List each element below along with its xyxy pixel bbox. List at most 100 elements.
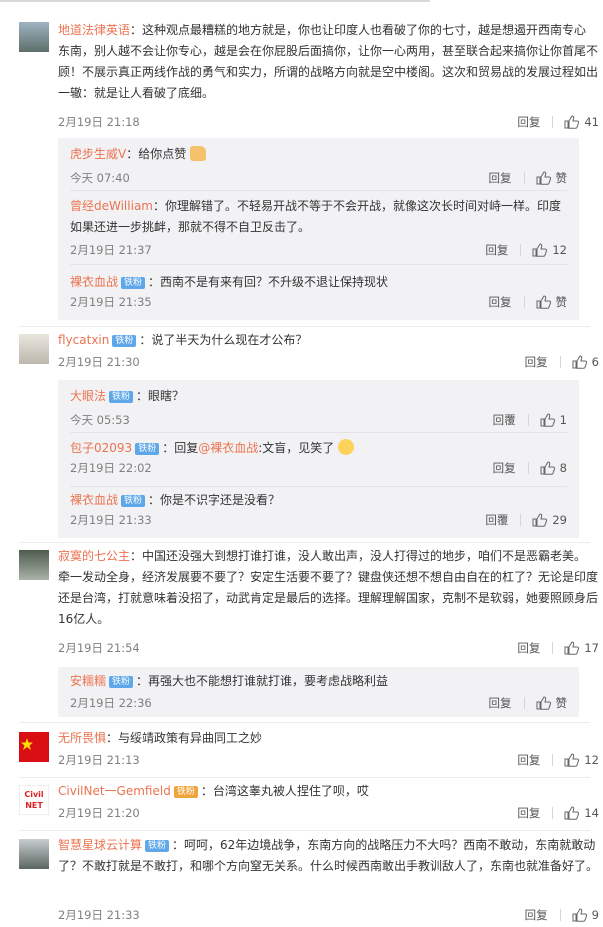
like-count[interactable]: 赞: [556, 695, 568, 711]
reply-divider: [70, 486, 567, 487]
thumbs-up-icon[interactable]: [564, 115, 580, 129]
reply-button[interactable]: 回复: [485, 242, 508, 258]
avatar[interactable]: [19, 22, 49, 52]
like-count[interactable]: 12: [584, 753, 599, 767]
reply-prefix: ：回复: [162, 441, 199, 455]
like-count[interactable]: 29: [552, 513, 567, 527]
reply-button[interactable]: 回复: [525, 907, 548, 923]
like-count[interactable]: 14: [584, 806, 599, 820]
thumbs-up-icon[interactable]: [536, 696, 551, 710]
fan-badge[interactable]: 铁粉: [145, 840, 170, 852]
thumbs-up-icon[interactable]: [572, 908, 587, 922]
username[interactable]: 寂寞的七公主: [58, 549, 130, 563]
reply-divider: [70, 432, 567, 433]
like-count[interactable]: 41: [584, 115, 599, 129]
fan-badge[interactable]: 铁粉: [109, 391, 134, 403]
fan-badge[interactable]: 铁粉: [109, 676, 134, 688]
action-separator: [520, 514, 522, 526]
reply-button[interactable]: 回复: [517, 805, 540, 821]
comment-4: 无所畏惧：与绥靖政策有异曲同工之妙 2月19日 21:13 回复 12: [19, 731, 599, 772]
reply-button[interactable]: 回复: [489, 695, 512, 711]
reply-body: ：西南不是有来有回？不升级不退让保持现状: [148, 275, 389, 289]
reply-button[interactable]: 回复: [489, 294, 512, 310]
action-separator: [552, 807, 554, 819]
username[interactable]: 裸衣血战: [70, 275, 118, 289]
reply-item: 裸衣血战 铁粉 ：西南不是有来有回？不升级不退让保持现状 2月19日 21:35 回…: [70, 272, 567, 309]
thumbs-up-icon[interactable]: [540, 461, 555, 475]
username[interactable]: 智慧星球云计算: [58, 838, 142, 852]
like-count[interactable]: 赞: [556, 170, 568, 186]
like-count[interactable]: 赞: [556, 294, 568, 310]
like-count[interactable]: 1: [560, 413, 567, 427]
thumbs-up-icon[interactable]: [564, 806, 580, 820]
timestamp: 今天 07:40: [70, 171, 130, 185]
comment-divider: [19, 722, 590, 723]
reply-button[interactable]: 回复: [517, 114, 540, 130]
thumbs-up-icon[interactable]: [532, 243, 548, 257]
fan-badge[interactable]: 铁粉: [173, 786, 198, 798]
reply-button[interactable]: 回复: [517, 640, 540, 656]
avatar[interactable]: [19, 550, 49, 580]
reply-body: ：再强大也不能想打谁就打谁，要考虑战略利益: [136, 674, 389, 688]
reply-list: 大眼法 铁粉 ：眼瞎？ 今天 05:53 回覆 1 包子02093 铁粉 ：回复@裸衣血…: [58, 380, 579, 538]
like-count[interactable]: 12: [552, 243, 567, 257]
reply-button[interactable]: 回复: [493, 460, 516, 476]
reply-list: 安糯糯 铁粉 ：再强大也不能想打谁就打谁，要考虑战略利益 2月19日 22:36 回…: [58, 667, 579, 717]
timestamp: 2月19日 21:54: [58, 641, 140, 655]
reply-list: 虎步生威V：给你点赞 今天 07:40 回复 赞 曾经deWilliam：你理解…: [58, 138, 579, 320]
avatar[interactable]: Civil NET: [19, 785, 49, 815]
reply-button[interactable]: 回覆: [485, 512, 508, 528]
avatar[interactable]: [19, 732, 49, 762]
thumbs-up-icon[interactable]: [540, 413, 555, 427]
username[interactable]: CivilNet一Gemfield: [58, 784, 171, 798]
comment-body: ：台湾这睾丸被人捏住了呗，哎: [200, 784, 369, 798]
top-bar: [0, 0, 603, 8]
comment-meta: 2月19日 21:18 回复 41: [58, 114, 599, 134]
mention-link[interactable]: @裸衣血战: [198, 441, 258, 455]
like-count[interactable]: 17: [584, 641, 599, 655]
timestamp: 2月19日 22:36: [70, 696, 152, 710]
thumbs-up-icon[interactable]: [564, 641, 580, 655]
reply-divider: [70, 190, 567, 191]
reply-button[interactable]: 回覆: [493, 412, 516, 428]
username[interactable]: flycatxin: [58, 333, 109, 347]
fan-badge[interactable]: 铁粉: [112, 335, 137, 347]
username[interactable]: 虎步生威V: [70, 147, 126, 161]
reply-divider: [70, 264, 567, 265]
fan-badge[interactable]: 铁粉: [121, 277, 146, 289]
thumbs-up-icon[interactable]: [532, 513, 548, 527]
comment-2: flycatxin 铁粉 ：说了半天为什么现在才公布？ 2月19日 21:30 回复…: [19, 333, 599, 374]
comment-body: ：说了半天为什么现在才公布？: [139, 333, 308, 347]
like-count[interactable]: 9: [592, 908, 599, 922]
reply-button[interactable]: 回复: [525, 354, 548, 370]
fan-badge[interactable]: 铁粉: [135, 443, 160, 455]
action-separator: [523, 697, 525, 709]
username[interactable]: 安糯糯: [70, 674, 106, 688]
reply-button[interactable]: 回复: [489, 170, 512, 186]
avatar[interactable]: [19, 334, 49, 364]
comment-6: 智慧星球云计算 铁粉 ：呵呵，62年边境战争，东南方向的战略压力不大吗？西南不敢动，…: [19, 838, 599, 922]
username[interactable]: 地道法律英语: [58, 23, 130, 37]
username[interactable]: 包子02093: [70, 441, 132, 455]
username[interactable]: 无所畏惧: [58, 731, 106, 745]
thumbs-up-icon[interactable]: [572, 355, 587, 369]
thumbs-up-icon[interactable]: [536, 295, 551, 309]
username[interactable]: 曾经deWilliam: [70, 199, 153, 213]
reply-item: 安糯糯 铁粉 ：再强大也不能想打谁就打谁，要考虑战略利益 2月19日 22:36 回…: [70, 671, 567, 710]
username[interactable]: 大眼法: [70, 389, 106, 403]
action-separator: [552, 116, 554, 128]
timestamp: 2月19日 21:13: [58, 753, 140, 767]
like-count[interactable]: 6: [592, 355, 599, 369]
reply-button[interactable]: 回复: [517, 752, 540, 768]
avatar[interactable]: [19, 839, 49, 869]
fan-badge[interactable]: 铁粉: [121, 495, 146, 507]
username[interactable]: 裸衣血战: [70, 493, 118, 507]
top-divider: [0, 0, 430, 2]
thumbs-up-icon[interactable]: [564, 753, 580, 767]
thumbs-up-icon[interactable]: [536, 171, 551, 185]
like-count[interactable]: 8: [560, 461, 567, 475]
comment-body: ：与绥靖政策有异曲同工之妙: [106, 731, 263, 745]
comment-body: ：中国还没强大到想打谁打谁，没人敢出声，没人打得过的地步，咱们不是恶霸老美。牵一…: [58, 549, 599, 626]
comment-3: 寂寞的七公主：中国还没强大到想打谁打谁，没人敢出声，没人打得过的地步，咱们不是恶…: [19, 549, 599, 660]
action-separator: [527, 462, 529, 474]
